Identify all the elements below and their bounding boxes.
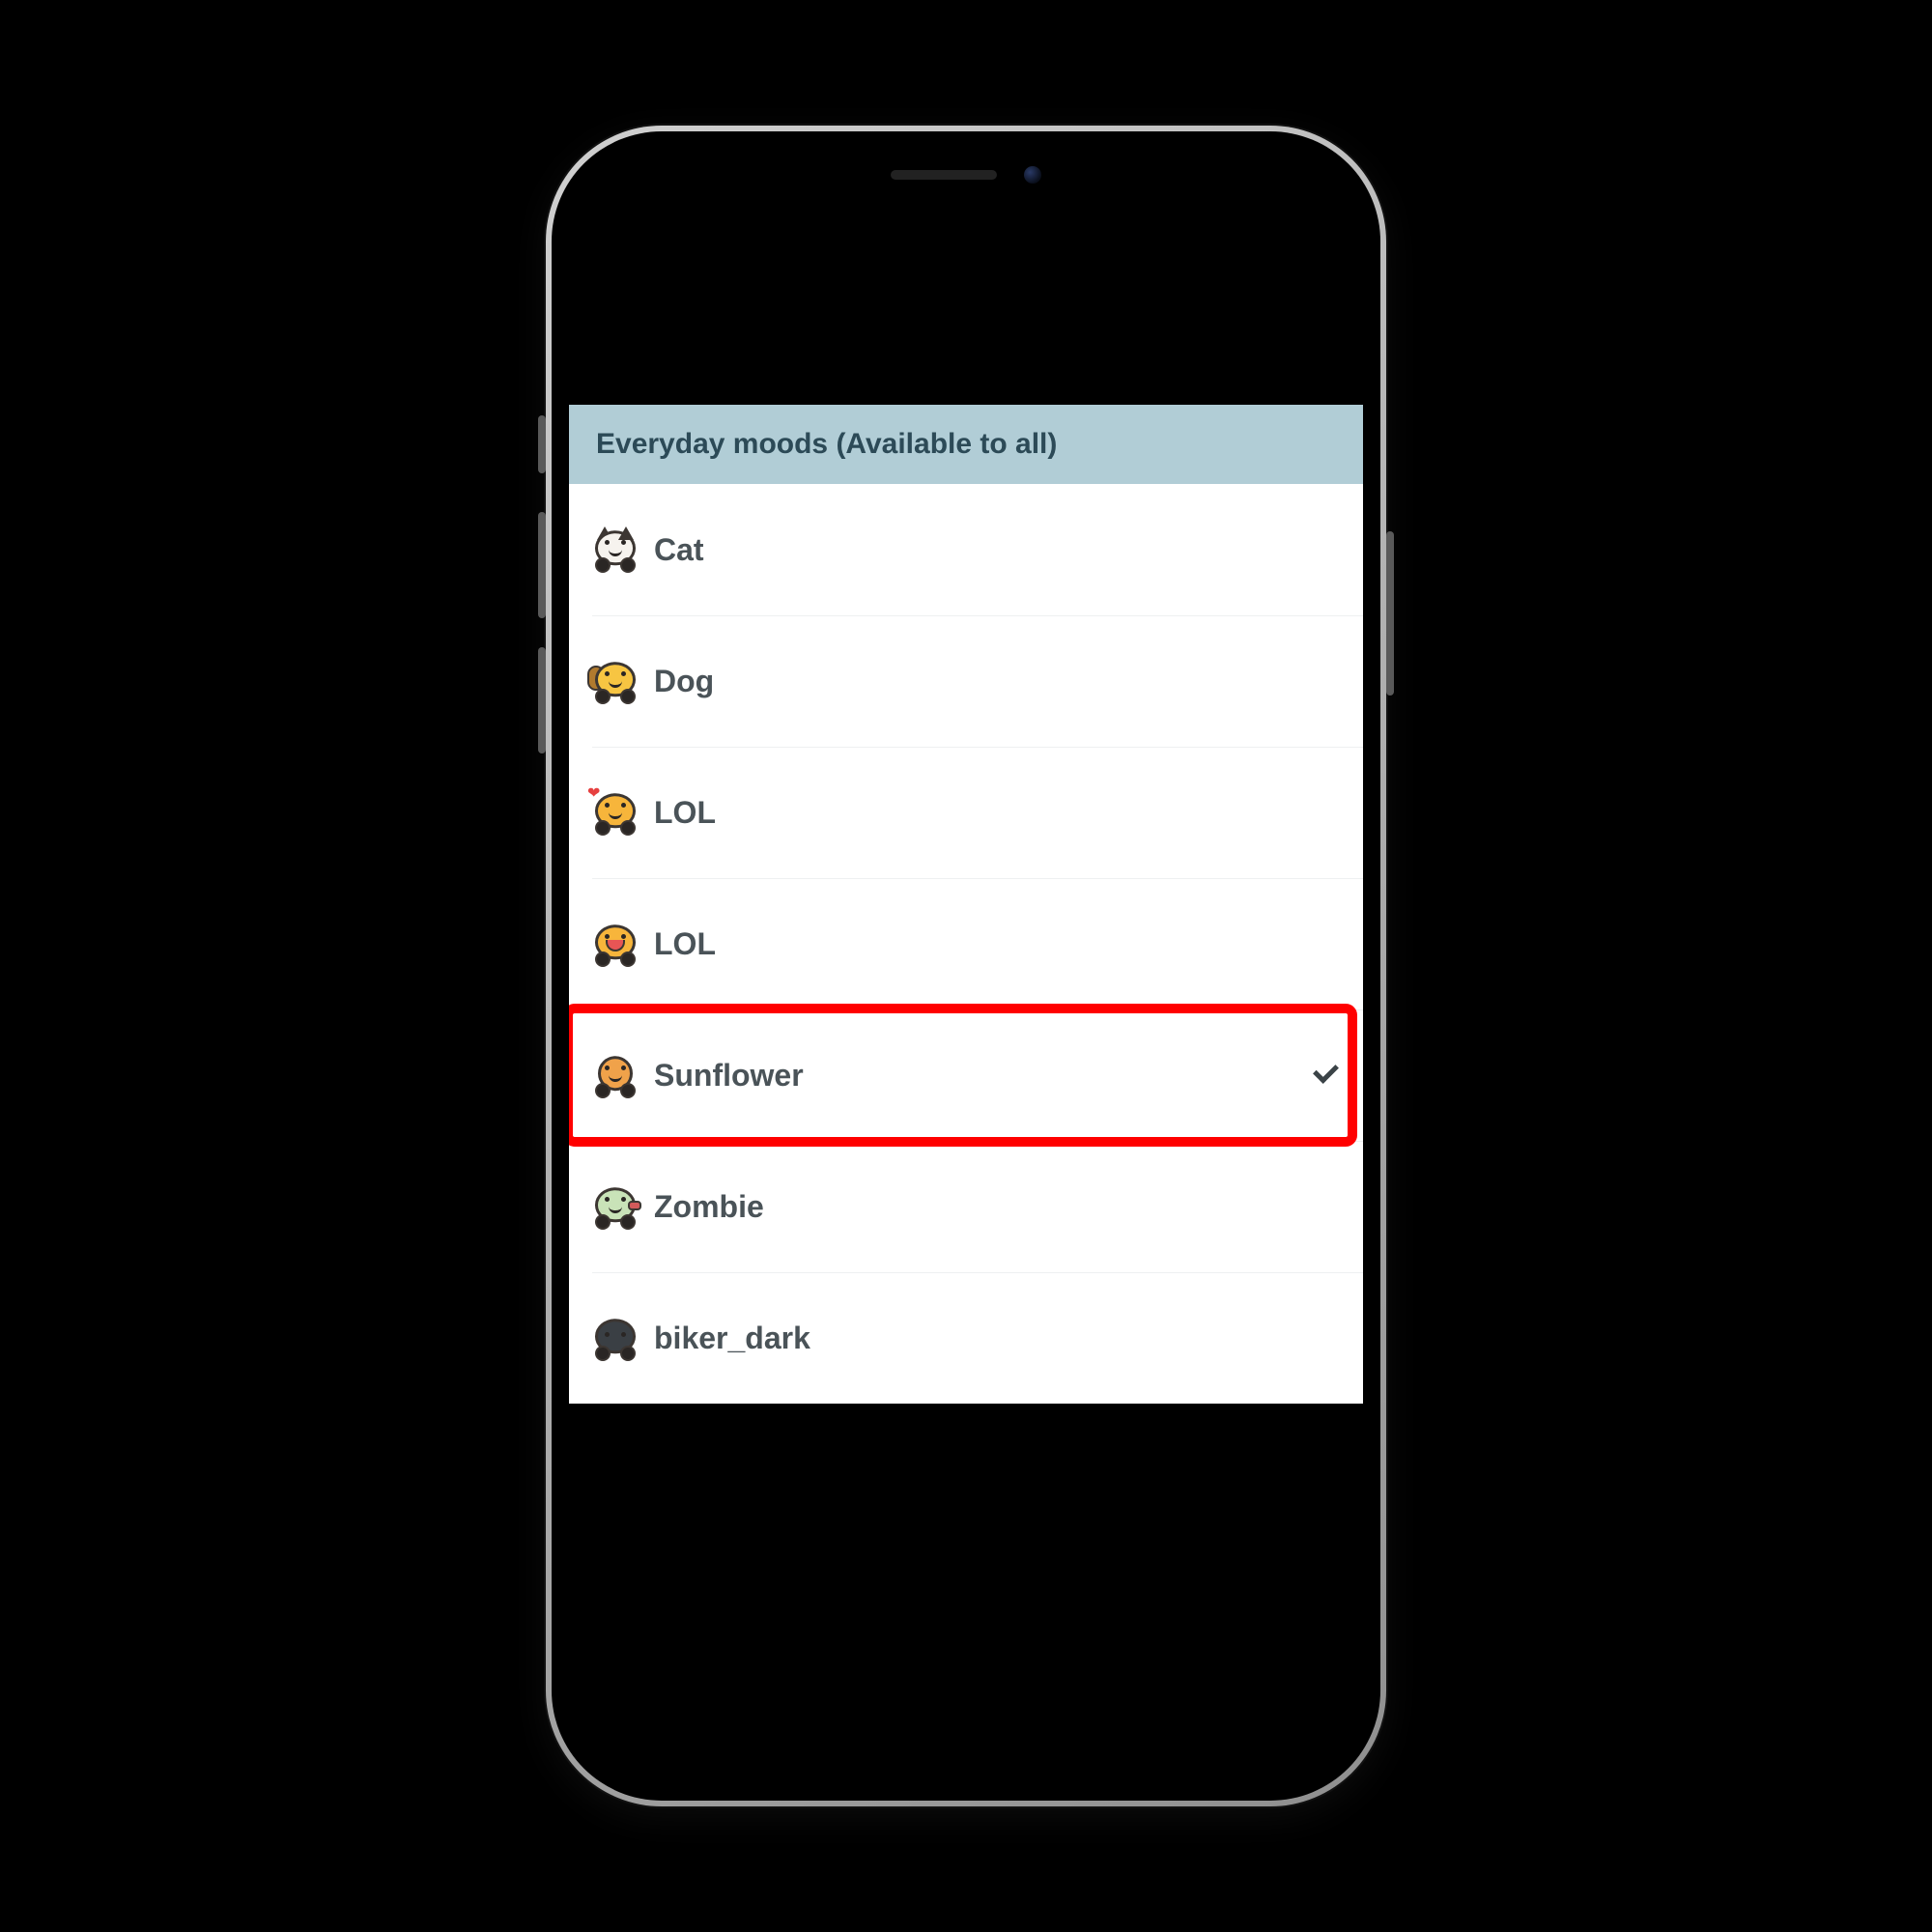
speaker-grille — [891, 170, 997, 180]
dog-mood-icon — [584, 660, 646, 702]
mute-switch — [538, 415, 546, 473]
lol-laugh-mood-icon — [584, 923, 646, 965]
mood-row-lol2[interactable]: LOL — [569, 878, 1363, 1009]
mood-row-cat[interactable]: Cat — [569, 484, 1363, 615]
moods-app: Everyday moods (Available to all) Cat Dog… — [569, 405, 1363, 1404]
mood-row-dog[interactable]: Dog — [569, 615, 1363, 747]
zombie-mood-icon — [584, 1185, 646, 1228]
phone-notch — [792, 149, 1140, 201]
power-button — [1386, 531, 1394, 696]
mood-label: Cat — [646, 532, 1292, 568]
mood-list: Cat Dog LOL LOL Sunflower Zombie biker_dark — [569, 484, 1363, 1404]
section-header: Everyday moods (Available to all) — [569, 405, 1363, 484]
mood-label: Dog — [646, 664, 1292, 699]
front-camera — [1024, 166, 1041, 184]
stage: Everyday moods (Available to all) Cat Dog… — [0, 0, 1932, 1932]
cat-mood-icon — [584, 528, 646, 571]
mood-label: LOL — [646, 926, 1292, 962]
sunflower-mood-icon — [584, 1054, 646, 1096]
selected-check-icon — [1292, 1060, 1340, 1092]
lol-love-mood-icon — [584, 791, 646, 834]
volume-down-button — [538, 647, 546, 753]
mood-label: Zombie — [646, 1189, 1292, 1225]
section-header-title: Everyday moods (Available to all) — [596, 428, 1057, 460]
mood-label: LOL — [646, 795, 1292, 831]
volume-up-button — [538, 512, 546, 618]
mood-label: biker_dark — [646, 1321, 1292, 1356]
mood-row-sunflower[interactable]: Sunflower — [569, 1009, 1363, 1141]
mood-row-biker_dark[interactable]: biker_dark — [569, 1272, 1363, 1404]
biker-dark-mood-icon — [584, 1317, 646, 1359]
mood-row-lol1[interactable]: LOL — [569, 747, 1363, 878]
mood-row-zombie[interactable]: Zombie — [569, 1141, 1363, 1272]
phone-frame: Everyday moods (Available to all) Cat Dog… — [546, 126, 1386, 1806]
phone-screen: Everyday moods (Available to all) Cat Dog… — [569, 149, 1363, 1783]
mood-label: Sunflower — [646, 1058, 1292, 1094]
